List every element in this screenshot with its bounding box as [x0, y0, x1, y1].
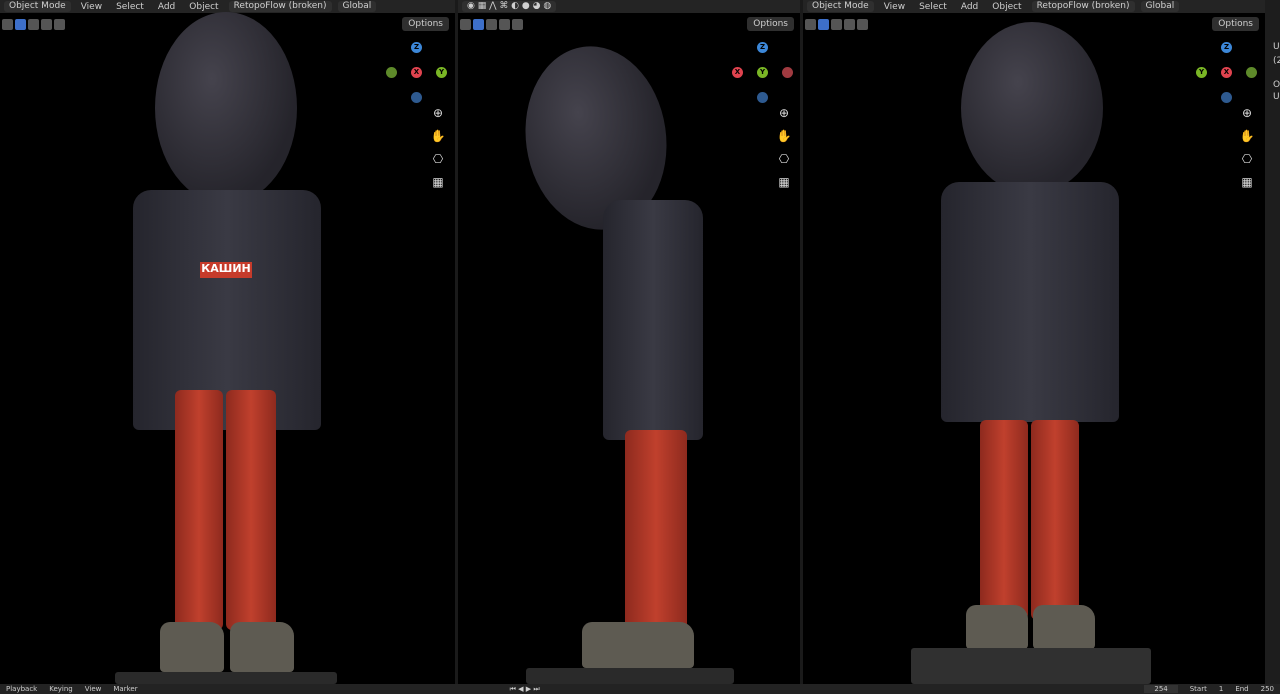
neg-z-axis[interactable] — [757, 92, 768, 103]
start-field[interactable]: 1 — [1219, 685, 1223, 693]
select-box-icon[interactable] — [818, 18, 829, 30]
viewport-side[interactable]: ◉ ▦ ⋀ ⌘ ◐ ● ◕ ◍ Options Z X Y ⊕ ✋ ⎔ ▦ — [458, 0, 800, 684]
navigation-gizmo[interactable]: Z X Y — [1196, 42, 1257, 104]
select-mode-tools — [0, 15, 65, 33]
select-invert-icon[interactable] — [512, 18, 523, 30]
menu-add[interactable]: Add — [957, 2, 982, 12]
neg-z-axis[interactable] — [1221, 92, 1232, 103]
select-extend-icon[interactable] — [28, 18, 39, 30]
select-invert-icon[interactable] — [857, 18, 868, 30]
x-axis[interactable]: X — [1221, 67, 1232, 78]
viewport-header: ◉ ▦ ⋀ ⌘ ◐ ● ◕ ◍ — [458, 0, 800, 13]
tool-icon[interactable] — [805, 18, 816, 30]
x-axis[interactable]: X — [411, 67, 422, 78]
mode-select[interactable]: Object Mode — [4, 1, 71, 12]
playback-controls[interactable]: ⏮ ◀ ▶ ⏭ — [510, 685, 540, 694]
zoom-icon[interactable]: ⊕ — [430, 106, 446, 120]
tool-icon[interactable] — [460, 18, 471, 30]
tool-icon[interactable] — [2, 18, 13, 30]
x-axis[interactable]: X — [732, 67, 743, 78]
neg-x-axis[interactable] — [782, 67, 793, 78]
z-axis[interactable]: Z — [1221, 42, 1232, 53]
grid-icon[interactable]: ▦ — [430, 175, 446, 189]
options-button[interactable]: Options — [402, 17, 449, 31]
sidebar-text: U — [1273, 92, 1280, 102]
hand-icon[interactable]: ✋ — [776, 129, 792, 143]
z-axis[interactable]: Z — [757, 42, 768, 53]
select-box-icon[interactable] — [15, 18, 26, 30]
viewport-back[interactable]: Object Mode View Select Add Object Retop… — [803, 0, 1265, 684]
select-subtract-icon[interactable] — [844, 18, 855, 30]
transform-orientation[interactable]: Global — [337, 1, 377, 12]
start-label: Start — [1189, 685, 1207, 693]
menu-object[interactable]: Object — [988, 2, 1025, 12]
sidebar-text: U — [1273, 42, 1280, 52]
sidebar-text: O — [1273, 80, 1280, 90]
shirt-print: КАШИН — [200, 262, 252, 278]
hand-icon[interactable]: ✋ — [1239, 129, 1255, 143]
select-subtract-icon[interactable] — [41, 18, 52, 30]
select-mode-tools — [803, 15, 868, 33]
select-subtract-icon[interactable] — [499, 18, 510, 30]
options-button[interactable]: Options — [747, 17, 794, 31]
select-box-icon[interactable] — [473, 18, 484, 30]
menu-select[interactable]: Select — [915, 2, 951, 12]
retopoflow-menu[interactable]: RetopoFlow (broken) — [1031, 1, 1135, 12]
neg-z-axis[interactable] — [411, 92, 422, 103]
sidebar-panel[interactable]: U (2 O U — [1265, 0, 1280, 684]
grid-icon[interactable]: ▦ — [1239, 175, 1255, 189]
zoom-icon[interactable]: ⊕ — [1239, 106, 1255, 120]
navigation-gizmo[interactable]: Z X Y — [732, 42, 793, 104]
menu-marker[interactable]: Marker — [113, 685, 137, 693]
y-axis[interactable]: Y — [1196, 67, 1207, 78]
end-label: End — [1235, 685, 1249, 693]
select-extend-icon[interactable] — [831, 18, 842, 30]
hand-icon[interactable]: ✋ — [430, 129, 446, 143]
menu-select[interactable]: Select — [112, 2, 148, 12]
z-axis[interactable]: Z — [411, 42, 422, 53]
grid-icon[interactable]: ▦ — [776, 175, 792, 189]
menu-add[interactable]: Add — [154, 2, 179, 12]
menu-playback[interactable]: Playback — [6, 685, 37, 693]
end-field[interactable]: 250 — [1261, 685, 1274, 693]
current-frame-field[interactable]: 254 — [1144, 685, 1178, 693]
menu-keying[interactable]: Keying — [49, 685, 73, 693]
select-extend-icon[interactable] — [486, 18, 497, 30]
menu-object[interactable]: Object — [185, 2, 222, 12]
y-axis[interactable]: Y — [436, 67, 447, 78]
options-button[interactable]: Options — [1212, 17, 1259, 31]
y-axis[interactable]: Y — [757, 67, 768, 78]
camera-icon[interactable]: ⎔ — [430, 152, 446, 166]
mode-select[interactable]: Object Mode — [807, 1, 874, 12]
zoom-icon[interactable]: ⊕ — [776, 106, 792, 120]
retopoflow-menu[interactable]: RetopoFlow (broken) — [228, 1, 332, 12]
select-mode-tools — [458, 15, 523, 33]
camera-icon[interactable]: ⎔ — [776, 152, 792, 166]
camera-icon[interactable]: ⎔ — [1239, 152, 1255, 166]
timeline-header: Playback Keying View Marker ⏮ ◀ ▶ ⏭ 254 … — [0, 684, 1280, 694]
shading-toggles[interactable]: ◉ ▦ ⋀ ⌘ ◐ ● ◕ ◍ — [462, 1, 557, 12]
sidebar-text: (2 — [1273, 56, 1280, 66]
menu-view[interactable]: View — [85, 685, 102, 693]
navigation-gizmo[interactable]: Z X Y — [386, 42, 447, 104]
neg-y-axis[interactable] — [1246, 67, 1257, 78]
viewport-front[interactable]: Object Mode View Select Add Object Retop… — [0, 0, 455, 684]
viewport-header: Object Mode View Select Add Object Retop… — [803, 0, 1265, 13]
menu-view[interactable]: View — [77, 2, 106, 12]
neg-y-axis[interactable] — [386, 67, 397, 78]
transform-orientation[interactable]: Global — [1140, 1, 1180, 12]
menu-view[interactable]: View — [880, 2, 909, 12]
select-invert-icon[interactable] — [54, 18, 65, 30]
